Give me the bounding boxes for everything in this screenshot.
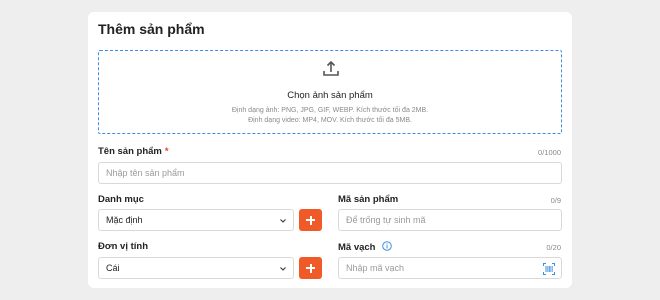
upload-icon: [323, 61, 339, 76]
video-format-hint: Định dạng video: MP4, MOV. Kích thước tố…: [248, 117, 412, 124]
barcode-placeholder: Nhập mã vạch: [346, 263, 405, 273]
required-mark: *: [164, 146, 169, 157]
barcode-label-text: Mã vạch: [338, 242, 376, 253]
add-unit-button[interactable]: [299, 257, 322, 279]
chevron-down-icon: [280, 219, 286, 223]
product-code-placeholder: Để trống tự sinh mã: [346, 215, 426, 225]
add-category-button[interactable]: [299, 209, 322, 231]
unit-select[interactable]: Cái: [98, 257, 294, 279]
category-label: Danh mục: [98, 194, 144, 205]
product-code-input[interactable]: Để trống tự sinh mã: [338, 209, 562, 231]
image-format-hint: Định dạng ảnh: PNG, JPG, GIF, WEBP. Kích…: [231, 107, 429, 114]
product-name-label: Tên sản phẩm *: [98, 146, 169, 157]
category-selected-value: Mặc định: [106, 215, 143, 225]
unit-label: Đơn vị tính: [98, 241, 149, 252]
barcode-label: Mã vạch: [338, 241, 392, 253]
unit-selected-value: Cái: [106, 263, 120, 273]
info-icon[interactable]: [382, 241, 392, 251]
add-product-card: Thêm sản phẩm Chọn ảnh sản phẩm Định dạn…: [88, 12, 572, 288]
product-code-counter: 0/9: [550, 196, 561, 205]
page-title: Thêm sản phẩm: [98, 21, 205, 37]
barcode-counter: 0/20: [546, 243, 561, 252]
barcode-input[interactable]: Nhập mã vạch: [338, 257, 562, 279]
barcode-scan-icon[interactable]: [543, 263, 555, 275]
product-name-counter: 0/1000: [538, 148, 561, 157]
media-upload-area[interactable]: Chọn ảnh sản phẩm Định dạng ảnh: PNG, JP…: [98, 50, 562, 134]
product-name-input[interactable]: Nhập tên sản phẩm: [98, 162, 562, 184]
product-name-placeholder: Nhập tên sản phẩm: [106, 168, 185, 178]
product-code-label: Mã sản phẩm: [338, 194, 399, 205]
category-select[interactable]: Mặc định: [98, 209, 294, 231]
chevron-down-icon: [280, 267, 286, 271]
product-name-label-text: Tên sản phẩm: [98, 146, 162, 157]
upload-title: Chọn ảnh sản phẩm: [287, 90, 373, 101]
